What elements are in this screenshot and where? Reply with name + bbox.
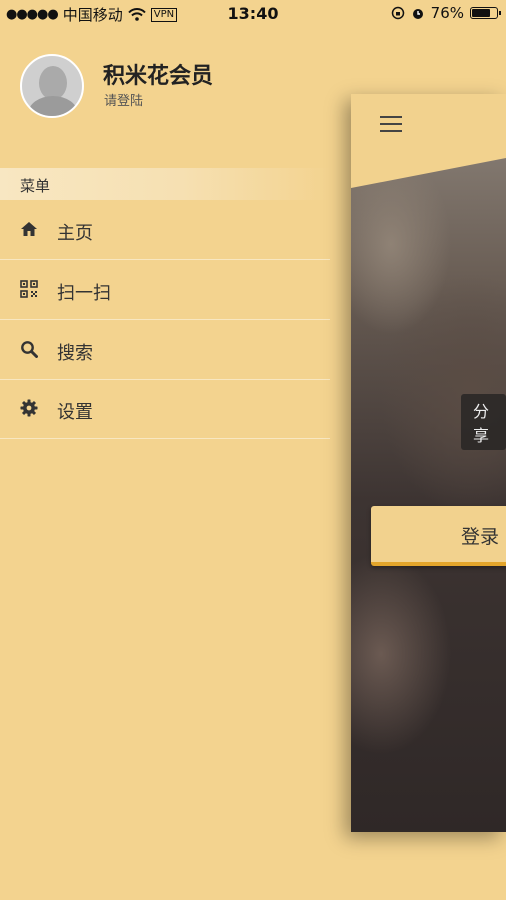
alarm-icon bbox=[412, 9, 423, 19]
profile-name: 积米花会员 bbox=[103, 64, 214, 89]
blurred-background-image bbox=[351, 94, 506, 832]
battery-fill bbox=[472, 9, 490, 17]
gear-icon bbox=[20, 399, 38, 417]
menu-item-scan[interactable]: 扫一扫 bbox=[0, 261, 330, 320]
menu-header-label: 菜单 bbox=[20, 177, 51, 195]
menu-item-label: 搜索 bbox=[57, 343, 93, 364]
header-wedge bbox=[351, 158, 506, 188]
hamburger-menu-icon[interactable] bbox=[380, 116, 402, 132]
login-button[interactable]: 登录 bbox=[371, 506, 506, 566]
search-icon bbox=[21, 341, 38, 358]
menu-item-label: 主页 bbox=[57, 223, 93, 244]
avatar[interactable] bbox=[20, 54, 84, 118]
avatar-body bbox=[28, 96, 78, 116]
menu-item-label: 扫一扫 bbox=[57, 283, 111, 304]
main-content-panel[interactable]: 分享 bbox=[351, 94, 506, 832]
battery-icon bbox=[470, 7, 501, 19]
menu-item-home[interactable]: 主页 bbox=[0, 201, 330, 260]
login-button-label: 登录 bbox=[461, 526, 500, 548]
menu-item-settings[interactable]: 设置 bbox=[0, 380, 330, 439]
login-prompt-link[interactable]: 请登陆 bbox=[104, 90, 143, 109]
menu-item-search[interactable]: 搜索 bbox=[0, 321, 330, 380]
rotation-lock-icon bbox=[391, 6, 404, 20]
home-icon bbox=[21, 222, 37, 236]
menu-section-header: 菜单 bbox=[0, 168, 330, 200]
status-right: 76% bbox=[391, 4, 501, 22]
share-button[interactable]: 分享 bbox=[461, 394, 506, 450]
status-bar: ●●●●● 中国移动 VPN 13:40 76% bbox=[0, 0, 506, 28]
qr-code-icon bbox=[20, 280, 38, 298]
avatar-head bbox=[39, 66, 67, 100]
menu-item-label: 设置 bbox=[57, 402, 93, 423]
battery-percent: 76% bbox=[430, 4, 464, 22]
top-navigation-bar bbox=[351, 94, 506, 158]
